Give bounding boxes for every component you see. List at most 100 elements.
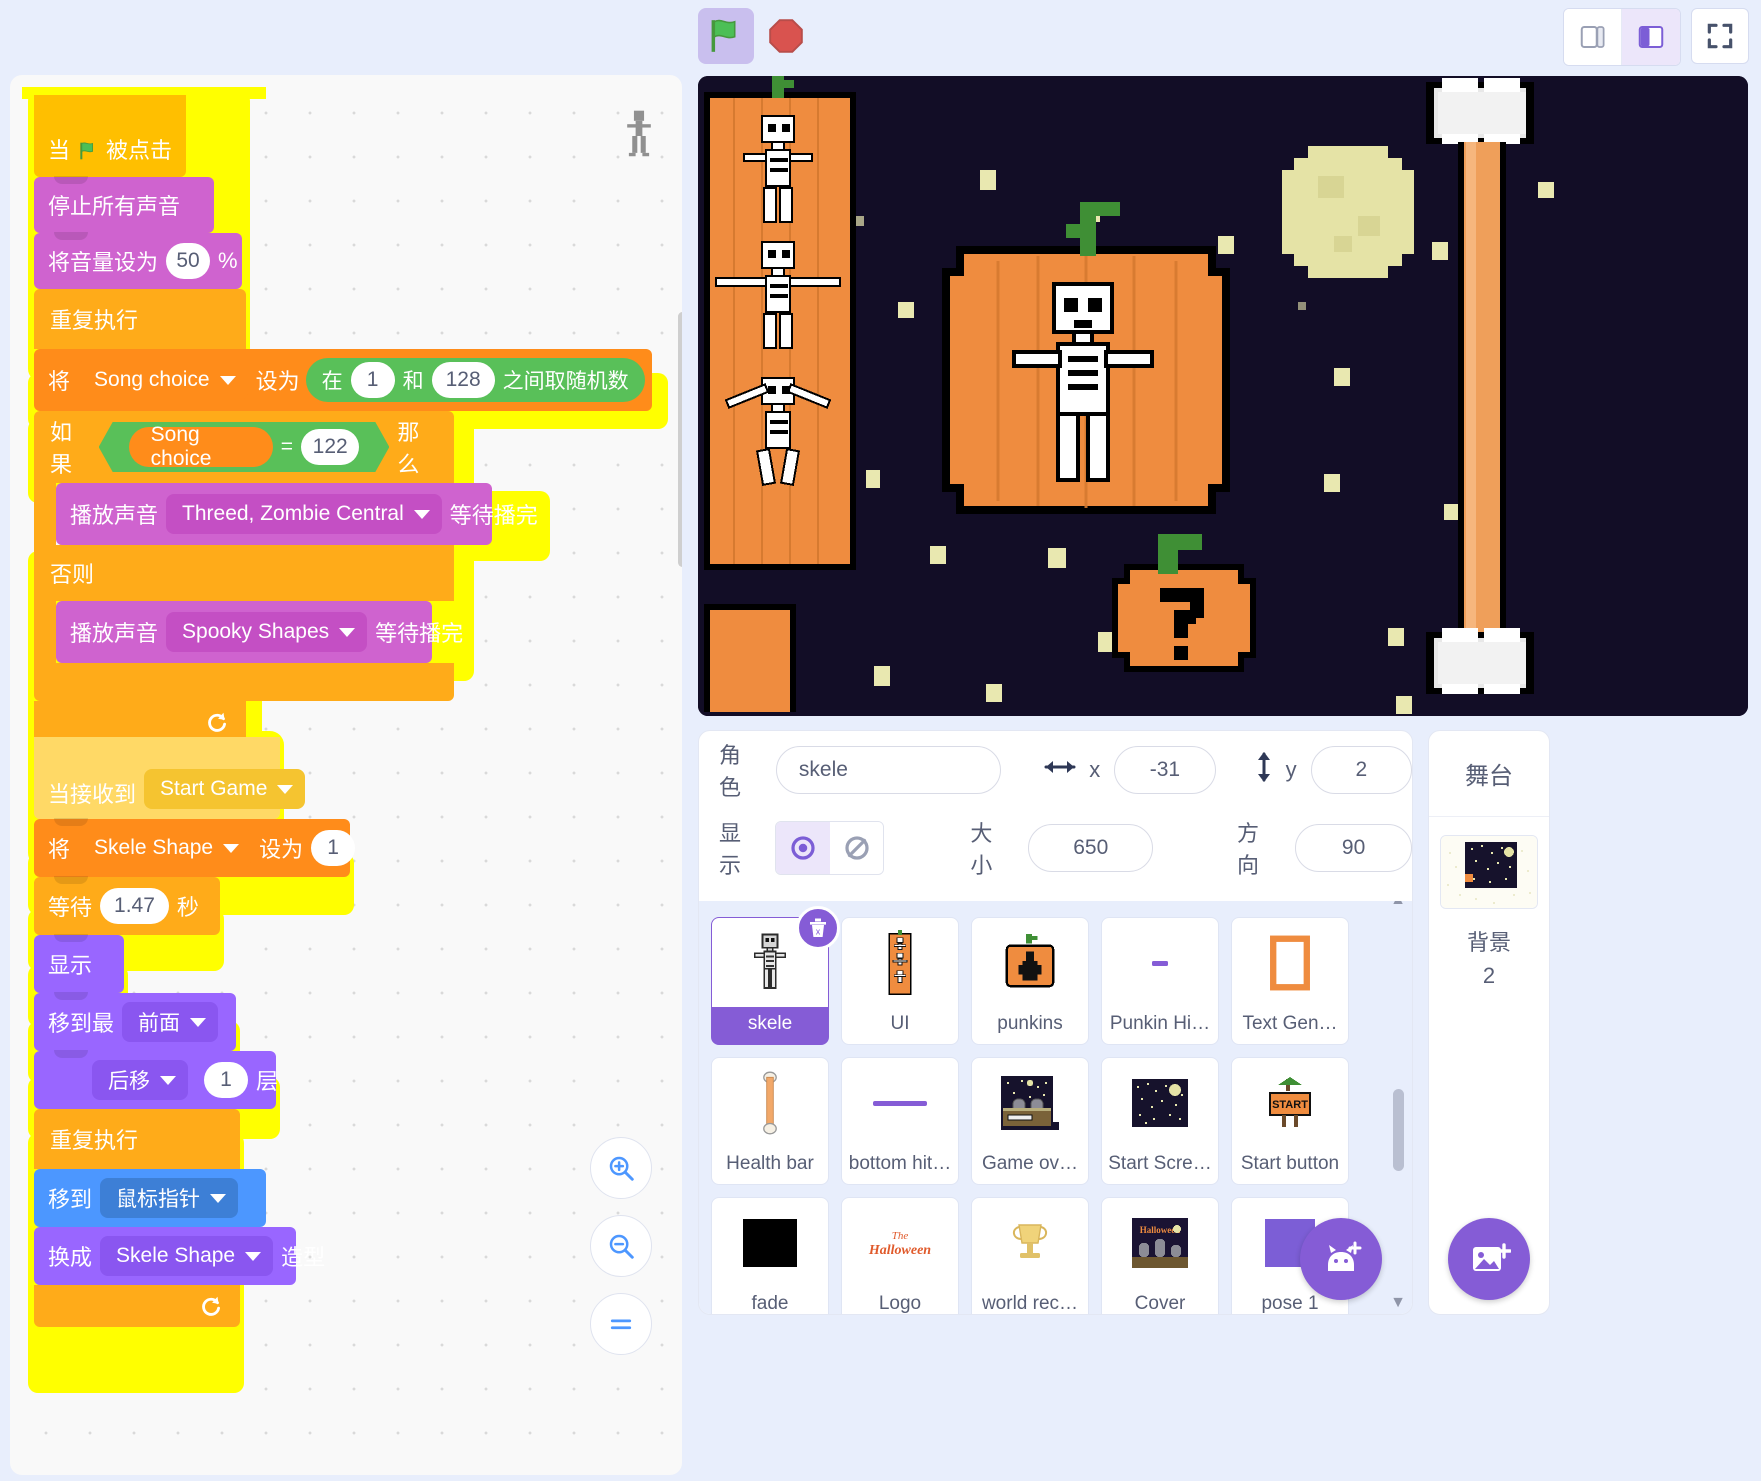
small-stage-button[interactable] bbox=[1564, 9, 1622, 65]
show-sprite-button[interactable] bbox=[776, 822, 830, 874]
block-equals-operator[interactable]: Song choice = 122 bbox=[99, 422, 390, 472]
fullscreen-button[interactable] bbox=[1691, 8, 1749, 64]
sprite-tile-punkin-hitbox[interactable]: Punkin Hi… bbox=[1101, 917, 1219, 1045]
layer-direction-dropdown-back[interactable]: 后移 bbox=[92, 1060, 188, 1100]
sprite-name-punkin-hi: punkins bbox=[997, 1013, 1063, 1034]
add-sprite-button[interactable] bbox=[1300, 1218, 1382, 1300]
sprite-x-input[interactable]: -31 bbox=[1114, 746, 1216, 794]
sprite-tile-logo[interactable]: The Halloween Logo bbox=[841, 1197, 959, 1314]
set-skele-label-a: 将 bbox=[48, 837, 71, 862]
stage-view[interactable] bbox=[698, 76, 1748, 716]
green-flag-button[interactable] bbox=[698, 8, 754, 64]
stop-button[interactable] bbox=[758, 8, 814, 64]
large-stage-icon bbox=[1638, 26, 1664, 48]
sprite-tile-start-screen[interactable]: Start Scre… bbox=[1101, 1057, 1219, 1185]
loop-arrow-icon bbox=[202, 1296, 220, 1316]
sprite-name-ui: UI bbox=[890, 1013, 910, 1034]
block-set-variable-skele-shape[interactable]: 将 Skele Shape 设为 1 bbox=[34, 818, 356, 877]
block-set-volume[interactable]: 将音量设为 50 % bbox=[34, 232, 242, 289]
sprite-tile-game-over[interactable]: Game ov… bbox=[971, 1057, 1089, 1185]
costume-dropdown-skele-shape[interactable]: Skele Shape bbox=[100, 1236, 274, 1276]
block-forever-outer[interactable]: 重复执行 将 Song choice 设为 在 1 和 128 之间取随机数 如… bbox=[34, 289, 652, 743]
eye-crossed-icon bbox=[844, 836, 869, 860]
delete-sprite-button[interactable]: x bbox=[796, 906, 840, 950]
block-go-to-mouse-pointer[interactable]: 移到 鼠标指针 bbox=[34, 1169, 266, 1227]
wait-seconds-input[interactable]: 1.47 bbox=[100, 888, 169, 924]
random-min-input[interactable]: 1 bbox=[350, 362, 395, 398]
go-to-target-dropdown-mouse-pointer[interactable]: 鼠标指针 bbox=[100, 1178, 239, 1218]
when-receive-prefix: 当接收到 bbox=[48, 782, 137, 807]
equals-sign: = bbox=[280, 435, 293, 458]
zoom-in-button[interactable] bbox=[590, 1137, 652, 1199]
else-label-row: 否则 bbox=[34, 545, 454, 601]
cover-art-icon: Halloween bbox=[1132, 1217, 1188, 1268]
code-vertical-scrollbar[interactable] bbox=[678, 312, 682, 567]
variable-dropdown-song-choice[interactable]: Song choice bbox=[78, 360, 248, 400]
sound-dropdown-threed-zombie-central[interactable]: Threed, Zombie Central bbox=[166, 494, 442, 534]
sprite-tile-world-record[interactable]: world rec… bbox=[971, 1197, 1089, 1314]
variable-dropdown-skele-shape[interactable]: Skele Shape bbox=[78, 828, 252, 868]
sound-dropdown-spooky-shapes[interactable]: Spooky Shapes bbox=[166, 612, 368, 652]
sprite-thumb-punkins bbox=[972, 918, 1088, 1007]
block-pick-random[interactable]: 在 1 和 128 之间取随机数 bbox=[305, 358, 645, 402]
add-backdrop-button[interactable] bbox=[1448, 1218, 1530, 1300]
sprite-scroll-down-arrow[interactable]: ▼ bbox=[1390, 1294, 1406, 1312]
random-label-b: 和 bbox=[402, 370, 424, 393]
sprite-tile-text-gen[interactable]: Text Gen… bbox=[1231, 917, 1349, 1045]
volume-value-input[interactable]: 50 bbox=[166, 243, 211, 279]
message-dropdown-start-game[interactable]: Start Game bbox=[144, 769, 306, 809]
layer-dropdown-front[interactable]: 前面 bbox=[122, 1002, 219, 1042]
sprite-tile-cover[interactable]: Halloween Cover bbox=[1101, 1197, 1219, 1314]
bone-bar-icon bbox=[763, 1071, 777, 1134]
block-stop-all-sounds[interactable]: 停止所有声音 bbox=[34, 176, 214, 233]
reporter-song-choice[interactable]: Song choice bbox=[129, 427, 273, 467]
stage-backdrop-thumbnail[interactable] bbox=[1440, 835, 1538, 909]
show-label: 显示 bbox=[48, 953, 93, 978]
top-toolbar bbox=[0, 0, 1761, 75]
block-when-i-receive[interactable]: 当接收到 Start Game bbox=[34, 737, 306, 819]
sprite-tile-ui[interactable]: UI bbox=[841, 917, 959, 1045]
sprite-size-input[interactable]: 650 bbox=[1028, 824, 1154, 872]
block-play-sound-until-done-1[interactable]: 播放声音 Threed, Zombie Central 等待播完 bbox=[56, 483, 538, 545]
sprite-size-label: 大小 bbox=[970, 821, 993, 878]
sprite-name-label: 角色 bbox=[719, 743, 742, 800]
hide-sprite-button[interactable] bbox=[829, 822, 884, 874]
zoom-out-button[interactable] bbox=[590, 1215, 652, 1277]
sprite-tile-skele[interactable]: x skele bbox=[711, 906, 840, 1045]
skele-shape-value-input[interactable]: 1 bbox=[311, 830, 356, 866]
sprite-list-scrollbar[interactable] bbox=[1393, 1089, 1404, 1171]
sprite-y-input[interactable]: 2 bbox=[1310, 746, 1412, 794]
code-workspace[interactable]: 当 被点击 停止所有声音 将音量设为 50 % 重复执行 将 Song choi… bbox=[10, 75, 682, 1475]
sprite-tile-bottom-hitbox[interactable]: bottom hit… bbox=[841, 1057, 959, 1185]
block-wait-seconds[interactable]: 等待 1.47 秒 bbox=[34, 876, 220, 935]
forever-label-row: 重复执行 bbox=[34, 289, 246, 349]
sprite-direction-input[interactable]: 90 bbox=[1295, 824, 1412, 872]
script-stack-message[interactable]: 当接收到 Start Game 将 Skele Shape 设为 1 等待 1.… bbox=[28, 731, 356, 1393]
block-forever-2[interactable]: 重复执行 移到 鼠标指针 换成 Skele Shape 造型 bbox=[34, 1109, 325, 1327]
set-volume-label-b: % bbox=[218, 248, 238, 273]
random-max-input[interactable]: 128 bbox=[431, 362, 495, 398]
equals-right-input[interactable]: 122 bbox=[301, 429, 359, 465]
layer-count-input[interactable]: 1 bbox=[204, 1062, 248, 1098]
sprite-scroll-up-arrow[interactable]: ▲ bbox=[1390, 901, 1406, 909]
block-go-to-layer[interactable]: 移到最 前面 bbox=[34, 992, 236, 1051]
sprite-name-input[interactable]: skele bbox=[775, 746, 1002, 794]
block-set-variable-song-choice[interactable]: 将 Song choice 设为 在 1 和 128 之间取随机数 bbox=[34, 349, 652, 411]
block-switch-costume[interactable]: 换成 Skele Shape 造型 bbox=[34, 1227, 325, 1285]
sprite-tile-fade[interactable]: fade bbox=[711, 1197, 829, 1314]
block-change-layer[interactable]: 后移 1 层 bbox=[34, 1050, 278, 1109]
block-play-sound-until-done-2[interactable]: 播放声音 Spooky Shapes 等待播完 bbox=[56, 601, 463, 663]
add-backdrop-image-icon bbox=[1473, 1243, 1511, 1271]
zoom-reset-button[interactable] bbox=[590, 1293, 652, 1355]
forever-2-foot bbox=[34, 1285, 240, 1327]
sprite-grid: x skele UI punkins Punkin Hi… Text Gen… … bbox=[711, 906, 1391, 1314]
large-stage-button[interactable] bbox=[1622, 9, 1680, 65]
block-show[interactable]: 显示 bbox=[34, 934, 124, 993]
switch-costume-label-a: 换成 bbox=[48, 1245, 93, 1270]
script-stack-flag[interactable]: 当 被点击 停止所有声音 将音量设为 50 % 重复执行 将 Song choi… bbox=[28, 89, 668, 779]
sprite-tile-health-bar[interactable]: Health bar bbox=[711, 1057, 829, 1185]
block-when-flag-clicked[interactable]: 当 被点击 bbox=[34, 95, 186, 177]
block-if-else[interactable]: 如果 Song choice = 122 那么 播放声音 Threed, Zom… bbox=[34, 411, 652, 701]
sprite-tile-punkins[interactable]: punkins bbox=[971, 917, 1089, 1045]
sprite-tile-start-button[interactable]: START Start button bbox=[1231, 1057, 1349, 1185]
